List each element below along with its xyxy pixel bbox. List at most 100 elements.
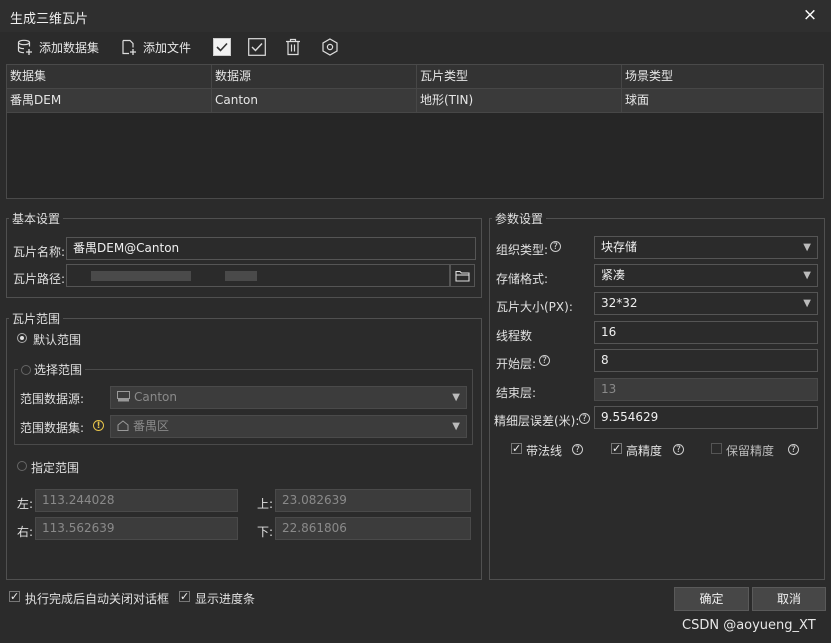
cell-scene-type: 球面 [625,93,650,107]
param-settings-title: 参数设置 [492,210,547,227]
top-input[interactable]: 23.082639 [275,489,471,512]
column-header-tile-type[interactable]: 瓦片类型 [417,65,622,88]
org-type-select[interactable]: 块存储 ▼ [594,236,818,259]
keep-precision-checkbox[interactable] [711,443,722,454]
cell-datasource: Canton [212,89,417,112]
left-label: 左: [17,497,34,511]
add-file-button[interactable]: 添加文件 [121,37,191,57]
warning-icon: ! [93,420,104,431]
tile-size-select[interactable]: 32*32 ▼ [594,292,818,315]
custom-range-radio[interactable] [17,461,27,471]
bottom-input[interactable]: 22.861806 [275,517,471,540]
tile-name-input[interactable]: 番禺DEM@Canton [66,237,476,260]
auto-close-checkbox[interactable]: ✓ [9,591,20,602]
storage-format-label: 存储格式: [496,272,549,286]
show-progress-checkbox[interactable]: ✓ [179,591,190,602]
range-dataset-value: 番禺区 [133,419,170,433]
settings-button[interactable] [321,37,339,57]
range-dataset-select[interactable]: 番禺区 ▼ [110,415,467,438]
help-icon[interactable]: ? [673,444,684,455]
custom-range-label: 指定范围 [31,461,80,475]
chevron-down-icon: ▼ [803,242,811,253]
right-input[interactable]: 113.562639 [35,517,238,540]
keep-precision-label: 保留精度 [726,444,775,458]
right-label: 右: [17,525,34,539]
cell-tile-type: 地形(TIN) [417,89,622,112]
auto-close-label: 执行完成后自动关闭对话框 [25,592,170,606]
help-icon[interactable]: ? [579,413,590,424]
high-precision-checkbox[interactable]: ✓ [611,443,622,454]
thread-count-input[interactable]: 16 [594,321,818,344]
cancel-button[interactable]: 取消 [752,587,826,611]
select-range-label: 选择范围 [34,363,83,377]
default-range-label: 默认范围 [33,333,82,347]
normal-label: 带法线 [526,444,563,458]
end-level-input[interactable]: 13 [594,378,818,401]
dialog-window: 生成三维瓦片 × 添加数据集 添加文件 数据集 数据源 瓦片类型 场景类型 番禺… [0,0,831,643]
tile-range-group [6,318,482,580]
blurred-path-text [91,271,191,281]
browse-folder-button[interactable] [450,264,475,287]
bottom-label: 下: [257,525,274,539]
basic-settings-title: 基本设置 [9,210,64,227]
ok-button[interactable]: 确定 [674,587,749,611]
default-range-radio[interactable] [17,333,27,343]
tile-size-value: 32*32 [601,296,638,310]
normal-checkbox[interactable]: ✓ [511,443,522,454]
chevron-down-icon: ▼ [803,270,811,281]
help-icon[interactable]: ? [788,444,799,455]
tile-path-input[interactable] [66,264,450,287]
database-add-icon [17,39,32,55]
top-label: 上: [257,497,274,511]
help-icon[interactable]: ? [572,444,583,455]
tile-range-title: 瓦片范围 [9,310,64,327]
region-icon [117,417,129,431]
column-header-dataset[interactable]: 数据集 [7,65,212,88]
column-header-datasource[interactable]: 数据源 [212,65,417,88]
dialog-title: 生成三维瓦片 [10,12,89,27]
range-datasource-select[interactable]: Canton ▼ [110,386,467,409]
title-bar [0,0,831,32]
checkbox-outline-icon [248,38,266,56]
org-type-value: 块存储 [601,240,638,254]
storage-format-select[interactable]: 紧凑 ▼ [594,264,818,287]
invert-select-button[interactable] [248,37,266,57]
end-level-label: 结束层: [496,386,537,400]
range-dataset-label: 范围数据集: [20,421,85,435]
hexagon-gear-icon [322,38,338,56]
column-header-scene-type[interactable]: 场景类型 [622,65,823,88]
close-icon[interactable]: × [800,5,820,25]
tile-size-label: 瓦片大小(PX): [496,300,573,314]
add-dataset-button[interactable]: 添加数据集 [17,37,99,57]
table-header: 数据集 数据源 瓦片类型 场景类型 [7,65,823,89]
tile-path-label: 瓦片路径: [13,272,66,286]
help-icon[interactable]: ? [550,241,561,252]
range-datasource-value: Canton [134,390,177,404]
left-input[interactable]: 113.244028 [35,489,238,512]
start-level-input[interactable]: 8 [594,349,818,372]
help-icon[interactable]: ? [539,355,550,366]
start-level-label: 开始层: [496,357,537,371]
fine-level-error-input[interactable]: 9.554629 [594,406,818,429]
cell-dataset: 番禺DEM [7,89,212,112]
file-add-icon [122,39,136,55]
chevron-down-icon: ▼ [803,298,811,309]
dataset-table: 数据集 数据源 瓦片类型 场景类型 番禺DEM Canton 地形(TIN) 球… [6,64,824,199]
org-type-label: 组织类型: [496,243,549,257]
storage-format-value: 紧凑 [601,268,626,282]
table-row[interactable]: 番禺DEM Canton 地形(TIN) 球面 [7,89,823,113]
select-all-button[interactable] [213,37,231,57]
fine-level-error-label: 精细层误差(米): [494,414,580,428]
add-dataset-label: 添加数据集 [39,40,100,55]
chevron-down-icon: ▼ [452,392,460,403]
delete-button[interactable] [285,37,301,57]
range-datasource-label: 范围数据源: [20,392,85,406]
select-range-radio[interactable] [21,364,31,375]
select-all-icon [213,38,231,56]
show-progress-label: 显示进度条 [195,592,256,606]
chevron-down-icon: ▼ [452,421,460,432]
blurred-path-text [224,271,257,281]
select-range-header: 选择范围 [18,361,86,378]
datasource-icon [117,388,130,402]
watermark-text: CSDN @aoyueng_XT [682,618,816,633]
